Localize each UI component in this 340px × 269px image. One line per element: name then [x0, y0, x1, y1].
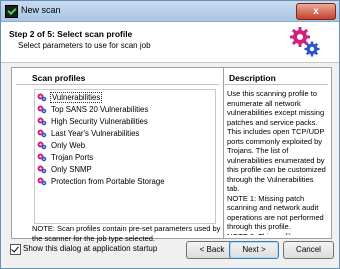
panel-divider — [223, 68, 224, 238]
profile-gears-icon — [37, 177, 47, 186]
profile-label: Trojan Ports — [51, 153, 94, 162]
show-dialog-label[interactable]: Show this dialog at application startup — [23, 244, 157, 253]
profile-label: Last Year's Vulnerabilities — [51, 129, 140, 138]
step-subtitle: Select parameters to use for scan job — [18, 41, 151, 50]
show-dialog-checkbox[interactable] — [10, 244, 21, 255]
next-button[interactable]: Next > — [229, 241, 279, 259]
profile-label: High Security Vulnerabilities — [51, 117, 148, 126]
title-bar[interactable]: New scan x — [1, 1, 339, 22]
scan-profiles-list[interactable]: Vulnerabilities Top SANS 20 Vulnerabilit… — [34, 89, 216, 224]
description-divider — [225, 84, 328, 85]
content-panel: Scan profiles Description Vulnerabilitie… — [11, 67, 332, 243]
new-scan-dialog: New scan x Step 2 of 5: Select scan prof… — [0, 0, 340, 269]
profile-label: Top SANS 20 Vulnerabilities — [51, 105, 149, 114]
step-title: Step 2 of 5: Select scan profile — [9, 29, 133, 39]
wizard-header: Step 2 of 5: Select scan profile Select … — [1, 22, 339, 63]
close-button[interactable]: x — [296, 3, 336, 20]
window-title: New scan — [21, 5, 61, 15]
description-heading: Description — [229, 73, 276, 83]
profile-label: Vulnerabilities — [50, 92, 103, 103]
description-text: Use this scanning profile to enumerate a… — [227, 89, 326, 235]
profile-gears-icon — [37, 93, 47, 102]
profile-gears-icon — [37, 129, 47, 138]
profile-label: Only SNMP — [51, 165, 92, 174]
scan-profiles-heading: Scan profiles — [32, 73, 86, 83]
profile-gears-icon — [37, 117, 47, 126]
profile-gears-icon — [37, 105, 47, 114]
cancel-button[interactable]: Cancel — [283, 241, 334, 259]
profile-gears-icon — [37, 165, 47, 174]
gears-icon — [290, 27, 320, 57]
profiles-divider — [16, 84, 219, 85]
app-icon — [5, 5, 18, 18]
profile-label: Only Web — [51, 141, 86, 150]
profile-gears-icon — [37, 153, 47, 162]
profile-label: Protection from Portable Storage — [51, 177, 165, 186]
profile-gears-icon — [37, 141, 47, 150]
